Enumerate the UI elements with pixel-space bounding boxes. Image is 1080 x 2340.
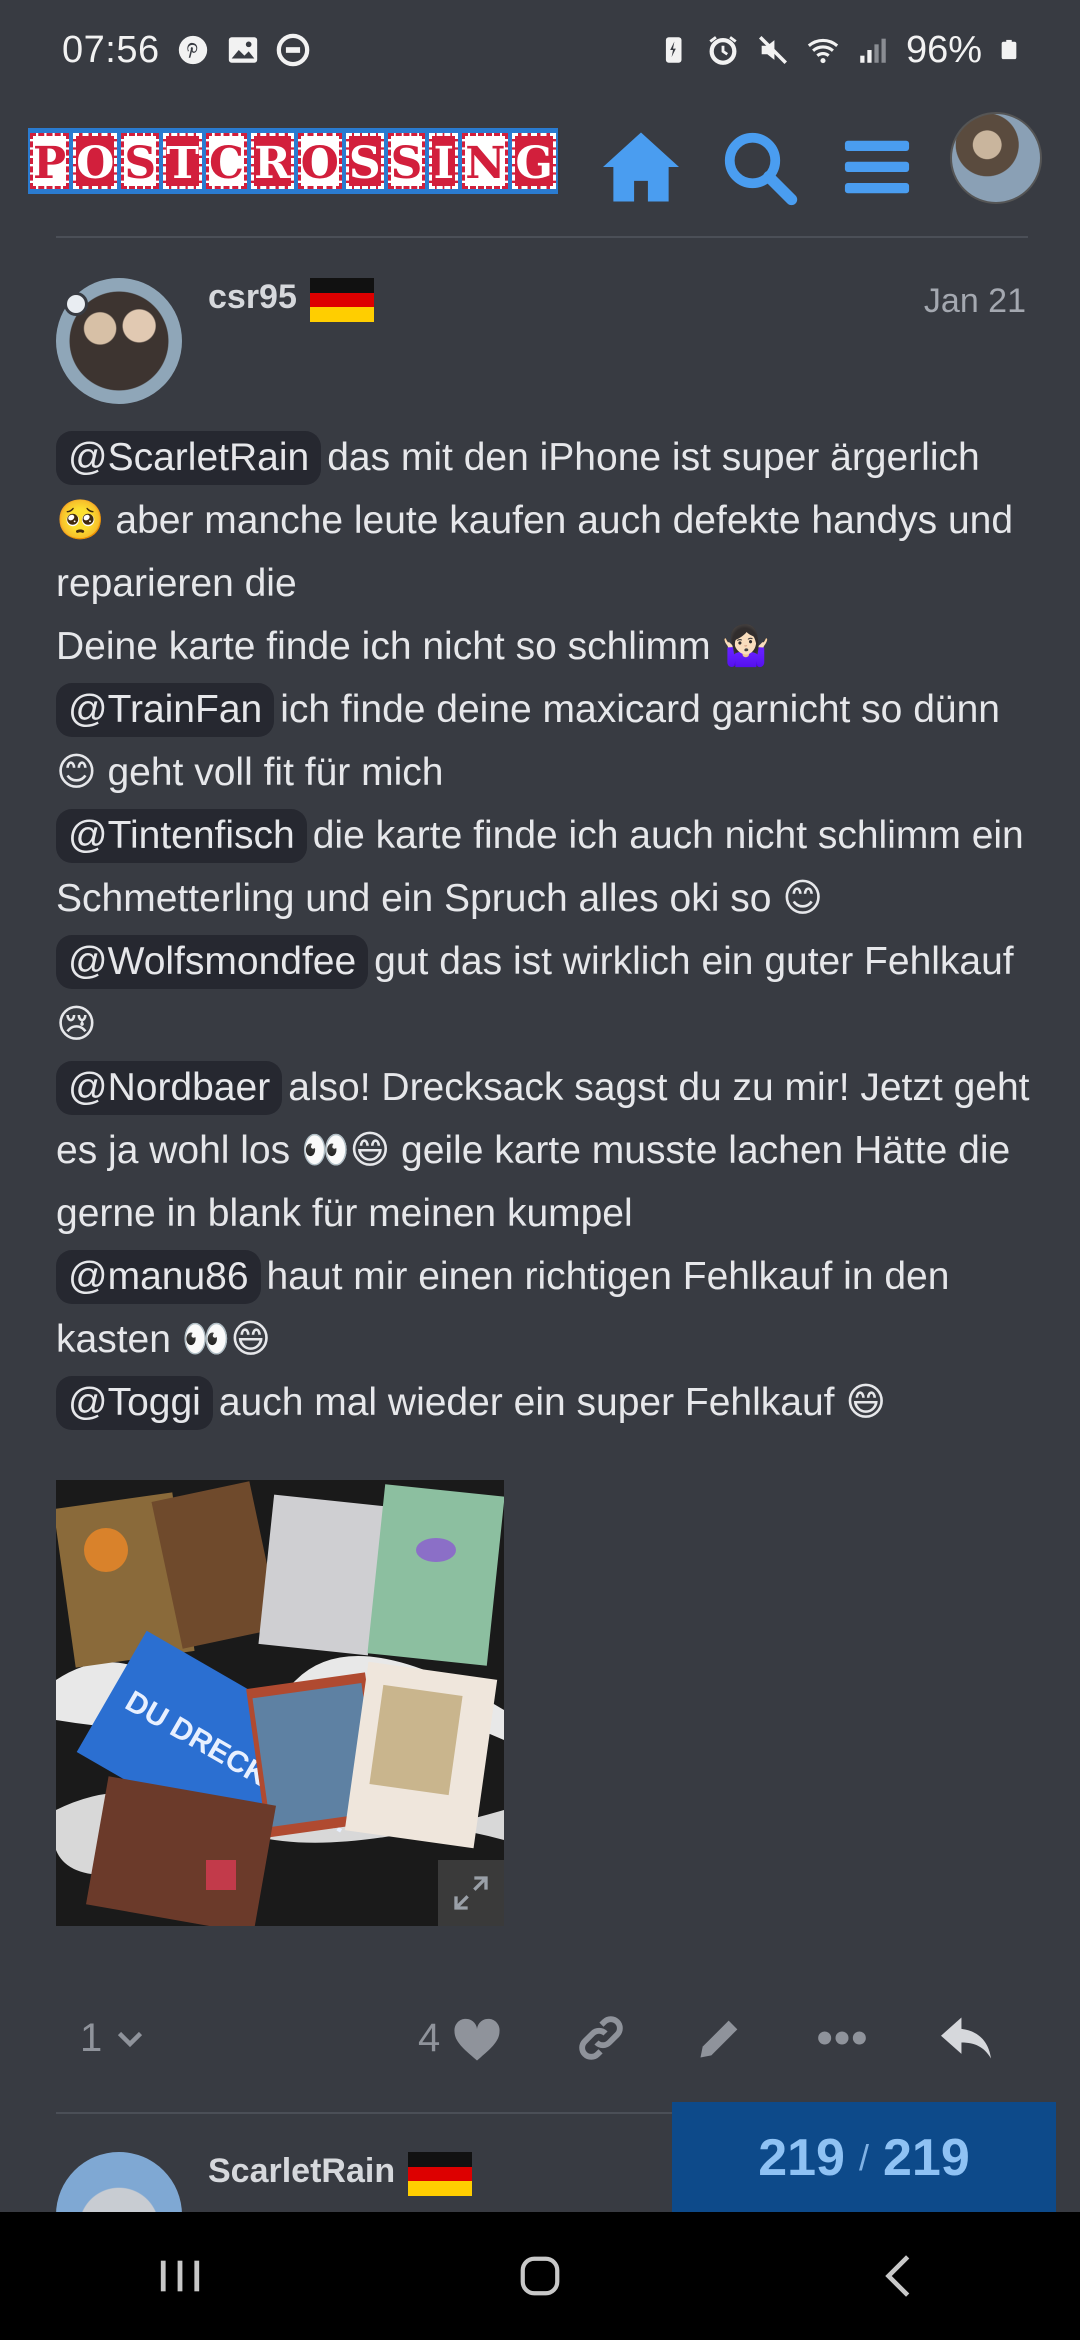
battery-percent: 96%	[905, 28, 982, 71]
home-icon	[603, 132, 679, 202]
copy-link-button[interactable]	[574, 2000, 628, 2076]
more-options-button[interactable]	[816, 2000, 868, 2076]
logo-letter: S	[121, 133, 160, 189]
user-mention[interactable]: @Nordbaer	[56, 1061, 283, 1115]
sync-icon	[276, 33, 309, 67]
reply-icon	[941, 2017, 991, 2059]
postcrossing-logo[interactable]: POSTCROSSING	[28, 128, 558, 194]
post-paragraph: @Toggi auch mal wieder ein super Fehlkauf…	[56, 1371, 1036, 1434]
post-text: Deine karte finde ich nicht so schlimm 🤷…	[56, 625, 770, 668]
user-mention[interactable]: @Wolfsmondfee	[56, 935, 369, 989]
expand-icon	[454, 1876, 488, 1910]
post-paragraph: @Tintenfisch die karte finde ich auch nic…	[56, 804, 1036, 930]
status-time: 07:56	[62, 28, 160, 71]
post-body: @ScarletRain das mit den iPhone ist super…	[56, 426, 1036, 1434]
alarm-icon	[709, 36, 737, 65]
wifi-icon	[807, 38, 839, 64]
online-status-dot	[64, 292, 88, 316]
logo-letter: O	[297, 133, 342, 189]
post-image[interactable]: DU DRECKSACK!	[56, 1480, 504, 1926]
heart-icon	[454, 2018, 500, 2061]
replies-toggle[interactable]: 1	[80, 2000, 148, 2076]
logo-letter: N	[462, 133, 509, 189]
gallery-icon	[228, 37, 257, 63]
reply-button[interactable]	[938, 2000, 994, 2076]
logo-letter: S	[345, 133, 384, 189]
topic-progress-indicator[interactable]: 219 / 219	[672, 2102, 1056, 2214]
signal-icon	[860, 38, 886, 63]
progress-current: 219	[758, 2129, 845, 2187]
logo-letter: P	[30, 133, 70, 189]
logo-letter: S	[387, 133, 426, 189]
post-actions: 1 4	[56, 2000, 1036, 2076]
germany-flag-icon	[310, 278, 374, 323]
post-paragraph: Deine karte finde ich nicht so schlimm 🤷…	[56, 615, 1036, 678]
user-mention[interactable]: @ScarletRain	[56, 431, 322, 485]
battery-saver-icon	[665, 37, 682, 63]
logo-letter: I	[429, 133, 459, 189]
like-button[interactable]: 4	[418, 2000, 504, 2076]
user-mention[interactable]: @manu86	[56, 1250, 261, 1304]
home-button[interactable]	[596, 122, 686, 212]
reply-count: 1	[80, 2015, 103, 2060]
system-navigation-bar	[0, 2212, 1080, 2340]
post-author-username[interactable]: csr95	[208, 278, 297, 317]
current-user-avatar[interactable]	[950, 112, 1042, 204]
recent-apps-button[interactable]	[120, 2236, 240, 2316]
post-paragraph: @ScarletRain das mit den iPhone ist super…	[56, 426, 1036, 615]
post-paragraph: @Wolfsmondfee gut das ist wirklich ein gu…	[56, 930, 1036, 1056]
recent-apps-icon	[160, 2260, 200, 2292]
logo-letter: G	[512, 133, 556, 189]
menu-icon	[844, 140, 910, 194]
post-date[interactable]: Jan 21	[924, 282, 1026, 321]
post-paragraph: @Nordbaer also! Drecksack sagst du zu mir…	[56, 1056, 1036, 1245]
pinterest-icon	[178, 35, 207, 65]
germany-flag-icon	[408, 2152, 472, 2197]
menu-button[interactable]	[832, 122, 922, 212]
user-mention[interactable]: @Toggi	[56, 1376, 213, 1430]
logo-letter: O	[73, 133, 118, 189]
link-icon	[579, 2016, 623, 2060]
chevron-down-icon	[118, 2031, 143, 2048]
user-mention[interactable]: @TrainFan	[56, 683, 275, 737]
logo-letter: R	[250, 133, 294, 189]
user-mention[interactable]: @Tintenfisch	[56, 809, 307, 863]
back-icon	[885, 2255, 910, 2297]
post-paragraph: @TrainFan ich finde deine maxicard garnic…	[56, 678, 1036, 804]
progress-total: 219	[883, 2129, 970, 2187]
status-bar: 07:56 96%	[0, 0, 1080, 100]
ellipsis-icon	[818, 2031, 866, 2045]
expand-image-button[interactable]	[438, 1860, 504, 1926]
progress-separator: /	[858, 2137, 869, 2178]
search-icon	[724, 132, 798, 206]
logo-letter: C	[205, 133, 247, 189]
divider	[56, 236, 1028, 238]
logo-letter: T	[163, 133, 202, 189]
next-post-author-username[interactable]: ScarletRain	[208, 2152, 395, 2191]
post-paragraph: @manu86 haut mir einen richtigen Fehlkauf…	[56, 1245, 1036, 1371]
back-button[interactable]	[840, 2236, 960, 2316]
pencil-icon	[700, 2020, 738, 2058]
home-nav-button[interactable]	[480, 2236, 600, 2316]
battery-icon	[1001, 39, 1017, 60]
app-header: POSTCROSSING	[0, 100, 1080, 238]
like-count: 4	[418, 2015, 441, 2060]
search-button[interactable]	[714, 122, 804, 212]
postcards-photo: DU DRECKSACK!	[56, 1480, 504, 1926]
edit-button[interactable]	[694, 2000, 746, 2076]
post-text: auch mal wieder ein super Fehlkauf 😄	[218, 1381, 886, 1424]
mute-icon	[758, 35, 787, 65]
home-nav-icon	[520, 2256, 560, 2296]
